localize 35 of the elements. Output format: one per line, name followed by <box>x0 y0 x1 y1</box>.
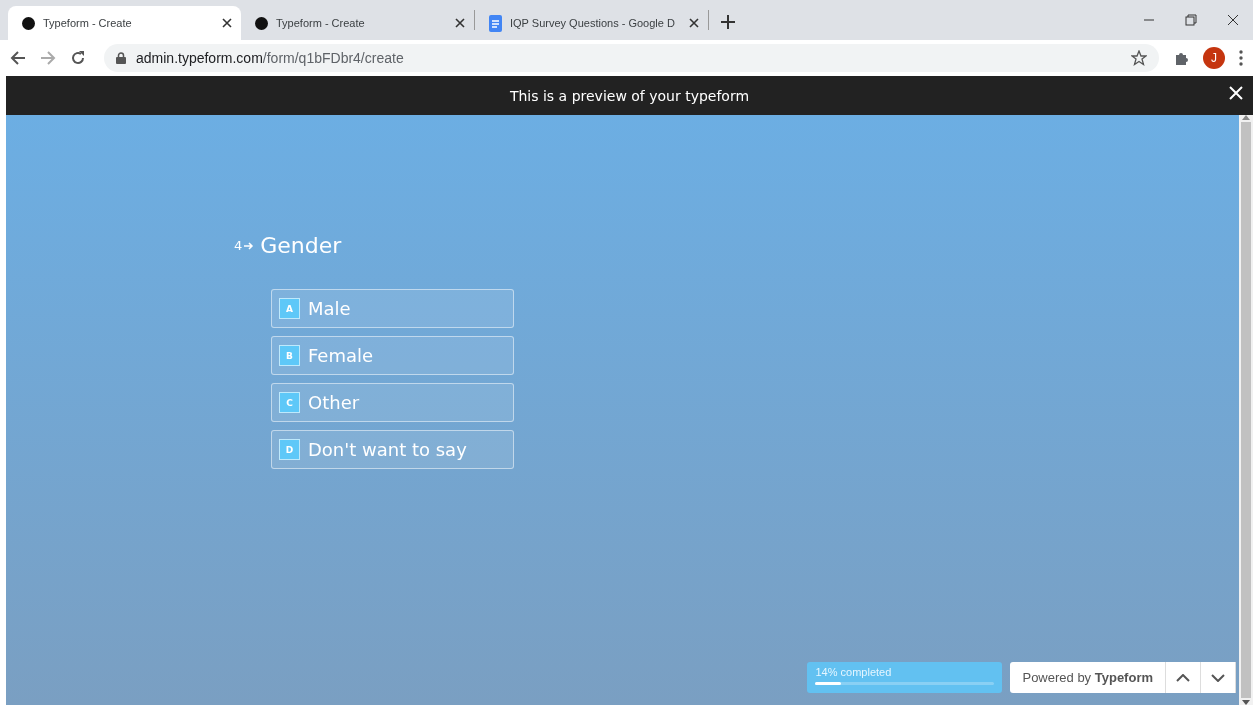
question-number: 4 <box>234 238 243 253</box>
document-icon <box>489 14 502 32</box>
star-icon[interactable] <box>1131 49 1147 66</box>
back-icon[interactable] <box>10 49 26 66</box>
lock-icon <box>116 51 126 64</box>
question-title: Gender <box>260 233 342 258</box>
profile-avatar[interactable]: J <box>1203 46 1225 69</box>
key-hint: C <box>279 392 300 413</box>
arrow-icon <box>244 241 255 250</box>
scroll-thumb[interactable] <box>1241 122 1251 698</box>
progress-text: 14% completed <box>815 666 893 678</box>
banner-text: This is a preview of your typeform <box>509 87 750 104</box>
scrollbar[interactable] <box>1239 115 1253 705</box>
restore-icon[interactable] <box>1185 14 1197 26</box>
scroll-down-icon <box>1242 700 1250 705</box>
close-icon[interactable] <box>454 17 466 29</box>
plus-icon[interactable] <box>721 15 735 29</box>
favicon-icon <box>255 16 268 30</box>
url-host: admin.typeform.com <box>136 49 263 66</box>
browser-tab[interactable]: IQP Survey Questions - Google D <box>475 6 708 40</box>
chevron-up-icon <box>1176 673 1190 682</box>
menu-icon[interactable] <box>1239 49 1243 66</box>
close-icon[interactable] <box>1227 14 1239 26</box>
address-bar[interactable]: admin.typeform.com/form/q1bFDbr4/create <box>104 43 1159 72</box>
chevron-down-icon <box>1211 673 1225 682</box>
browser-tab[interactable]: Typeform - Create <box>241 6 474 40</box>
close-icon[interactable] <box>688 17 700 29</box>
key-hint: D <box>279 439 300 460</box>
key-hint: B <box>279 345 300 366</box>
key-hint: A <box>279 298 300 319</box>
reload-icon[interactable] <box>70 49 86 66</box>
browser-tab[interactable]: Typeform - Create <box>8 6 241 40</box>
favicon-icon <box>22 16 35 30</box>
url-path: /form/q1bFDbr4/create <box>262 49 404 66</box>
close-icon[interactable] <box>221 17 233 29</box>
